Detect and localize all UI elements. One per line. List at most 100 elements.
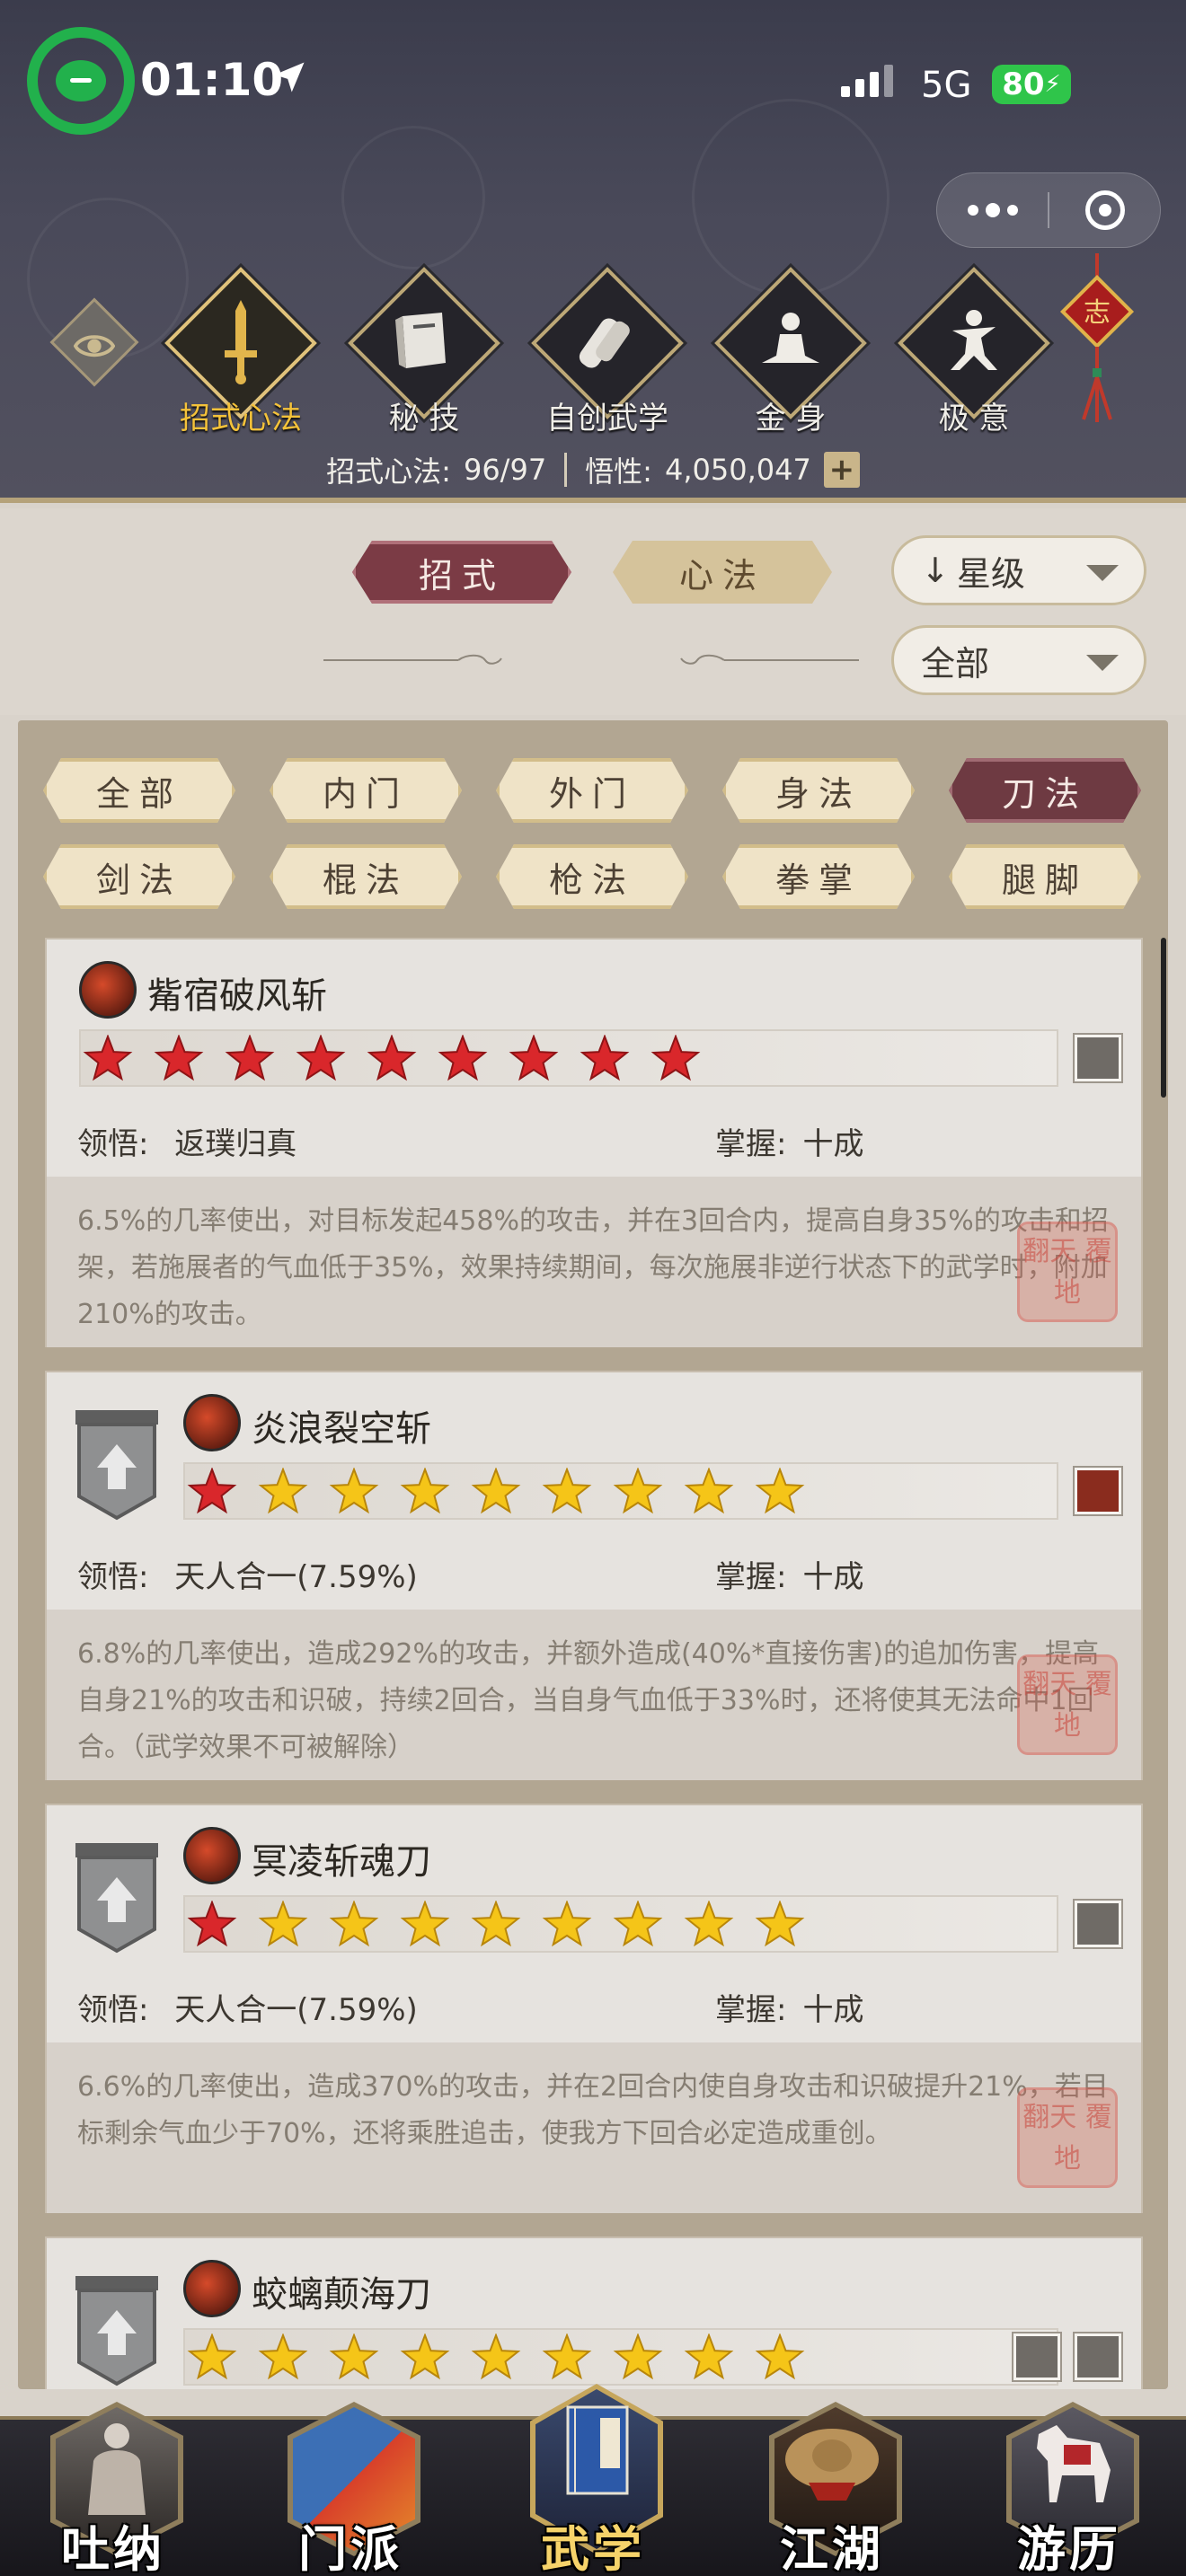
battery-indicator: 80 ⚡ xyxy=(992,65,1071,104)
info-row: 领悟: 返璞归真 掌握: 十成 xyxy=(77,1119,1102,1163)
filter-all[interactable]: 全部 xyxy=(43,758,235,823)
tab-golden-body[interactable]: 金 身 xyxy=(701,267,881,438)
rank-up-badge-icon[interactable] xyxy=(70,1839,164,1956)
mastery-value: 十成 xyxy=(802,1559,864,1595)
sort-arrow-icon: ↓ xyxy=(921,551,950,590)
moves-count-value: 96/97 xyxy=(463,453,547,487)
red-star-icon xyxy=(509,1035,559,1081)
blade-skill-icon xyxy=(183,2260,241,2317)
category-filters: 全部 内门 外门 身法 刀法 剑法 棍法 枪法 拳掌 腿脚 xyxy=(43,758,1157,920)
blade-type-icon xyxy=(1075,2333,1121,2380)
insight-label: 悟性: xyxy=(585,454,652,489)
gold-star-icon xyxy=(400,1468,450,1514)
filter-sword[interactable]: 剑法 xyxy=(43,844,235,909)
info-row: 领悟: 天人合一(7.59%) 掌握: 十成 xyxy=(77,1985,1102,2029)
chinese-knot-icon[interactable]: 志 xyxy=(1057,253,1137,424)
blade-skill-icon xyxy=(183,1827,241,1884)
eye-icon xyxy=(74,335,115,357)
filter-outer[interactable]: 外门 xyxy=(496,758,688,823)
rank-up-badge-icon[interactable] xyxy=(70,1407,164,1523)
book-icon xyxy=(395,313,446,368)
stars-row xyxy=(187,1468,805,1514)
star-rating xyxy=(183,1895,1058,1953)
skill-name: 冥凌斩魂刀 xyxy=(252,1841,431,1883)
seal-stamp: 翻天 覆地 xyxy=(1017,2087,1118,2188)
skill-card[interactable]: 蛟螭颠海刀 xyxy=(45,2236,1143,2389)
stars-row xyxy=(187,1901,805,1947)
wechat-icon[interactable] xyxy=(27,27,135,135)
nav-martial-arts-label: 武学 xyxy=(541,2520,645,2576)
filter-spear[interactable]: 枪法 xyxy=(496,844,688,909)
tab-xinfa[interactable]: 心法 xyxy=(613,541,832,604)
close-miniprogram-button[interactable] xyxy=(1049,190,1160,230)
sort-dropdown[interactable]: ↓ 星级 xyxy=(891,535,1146,605)
nav-breathing[interactable]: 吐纳 xyxy=(32,2402,194,2576)
insight-label: 领悟: xyxy=(77,1126,149,1162)
red-star-icon xyxy=(580,1035,630,1081)
insight-value: 4,050,047 xyxy=(664,453,811,487)
add-insight-button[interactable]: + xyxy=(823,452,860,488)
nav-breathing-label: 吐纳 xyxy=(61,2520,165,2576)
tab-moves[interactable]: 招式心法 xyxy=(151,267,331,438)
header: 01:10 5G 80 ⚡ 招式心法 秘 技 自创武学 金 身 极 意 志 招式… xyxy=(0,0,1186,503)
tab-golden-body-label: 金 身 xyxy=(755,401,827,437)
wave-type-icon xyxy=(1075,1901,1121,1947)
gold-star-icon xyxy=(329,2333,379,2380)
insight-label: 领悟: xyxy=(77,1559,149,1595)
svg-text:志: 志 xyxy=(1084,297,1111,329)
mastery-value: 十成 xyxy=(802,1992,864,2028)
more-button[interactable] xyxy=(937,203,1048,217)
ornament-divider xyxy=(323,654,502,665)
scope-dropdown[interactable]: 全部 xyxy=(891,625,1146,695)
gold-star-icon xyxy=(400,1901,450,1947)
insight-value: 天人合一(7.59%) xyxy=(174,1559,418,1595)
red-star-icon xyxy=(154,1035,204,1081)
skill-card[interactable]: 炎浪裂空斩 领悟: 天人合一(7.59%) 掌握: 十成 6.8%的几率使出，造成… xyxy=(45,1371,1143,1780)
nav-sect[interactable]: 门派 xyxy=(270,2402,431,2576)
tab-custom-martial[interactable]: 自创武学 xyxy=(518,267,697,438)
filter-fist[interactable]: 拳掌 xyxy=(722,844,915,909)
controls-area: 招式 心法 ↓ 星级 全部 xyxy=(0,508,1186,715)
stats-line: 招式心法: 96/97 悟性: 4,050,047 + xyxy=(0,449,1186,490)
star-rating xyxy=(183,2328,1058,2386)
gold-star-icon xyxy=(684,1901,734,1947)
gold-star-icon xyxy=(755,1901,805,1947)
rank-up-badge-icon[interactable] xyxy=(70,2272,164,2389)
ornament-divider xyxy=(680,654,859,665)
red-star-icon xyxy=(367,1035,417,1081)
skill-description: 6.8%的几率使出，造成292%的攻击，并额外造成(40%*直接伤害)的追加伤害… xyxy=(47,1610,1141,1780)
gold-star-icon xyxy=(542,1468,592,1514)
nav-jianghu[interactable]: 江湖 xyxy=(751,2402,913,2576)
tab-secret-skills[interactable]: 秘 技 xyxy=(334,267,514,438)
signal-icon xyxy=(841,65,893,97)
chevron-down-icon xyxy=(1086,565,1119,581)
blade-skill-icon xyxy=(183,1394,241,1451)
nav-travel[interactable]: 游历 xyxy=(988,2402,1150,2576)
tab-ultimate[interactable]: 极 意 xyxy=(884,267,1064,438)
skill-card[interactable]: 觜宿破风斩 领悟: 返璞归真 掌握: 十成 6.5%的几率使出，对目标发起458%… xyxy=(45,938,1143,1347)
tab-ultimate-label: 极 意 xyxy=(938,401,1010,437)
filter-blade[interactable]: 刀法 xyxy=(949,758,1141,823)
filter-movement[interactable]: 身法 xyxy=(722,758,915,823)
horse-icon xyxy=(1037,2425,1111,2502)
mastery-label: 掌握: xyxy=(715,1559,787,1595)
filter-inner[interactable]: 内门 xyxy=(270,758,462,823)
sword-icon xyxy=(225,300,257,384)
location-arrow-icon xyxy=(274,62,305,93)
gold-star-icon xyxy=(684,2333,734,2380)
red-star-icon xyxy=(187,1901,237,1947)
blade-type-icon xyxy=(1075,1035,1121,1081)
gold-star-icon xyxy=(187,2333,237,2380)
skill-card[interactable]: 冥凌斩魂刀 领悟: 天人合一(7.59%) 掌握: 十成 6.6%的几率使出，造成… xyxy=(45,1804,1143,2213)
tab-zhaoshi[interactable]: 招式 xyxy=(352,541,571,604)
moves-count-label: 招式心法: xyxy=(326,454,451,489)
filter-staff[interactable]: 棍法 xyxy=(270,844,462,909)
fire-type-icon xyxy=(1075,1468,1121,1514)
filter-leg[interactable]: 腿脚 xyxy=(949,844,1141,909)
gold-star-icon xyxy=(613,2333,663,2380)
gold-star-icon xyxy=(542,2333,592,2380)
scrollbar[interactable] xyxy=(1161,938,1166,1098)
red-star-icon xyxy=(651,1035,701,1081)
nav-martial-arts[interactable]: 武学 xyxy=(512,2384,674,2576)
gold-star-icon xyxy=(471,2333,521,2380)
